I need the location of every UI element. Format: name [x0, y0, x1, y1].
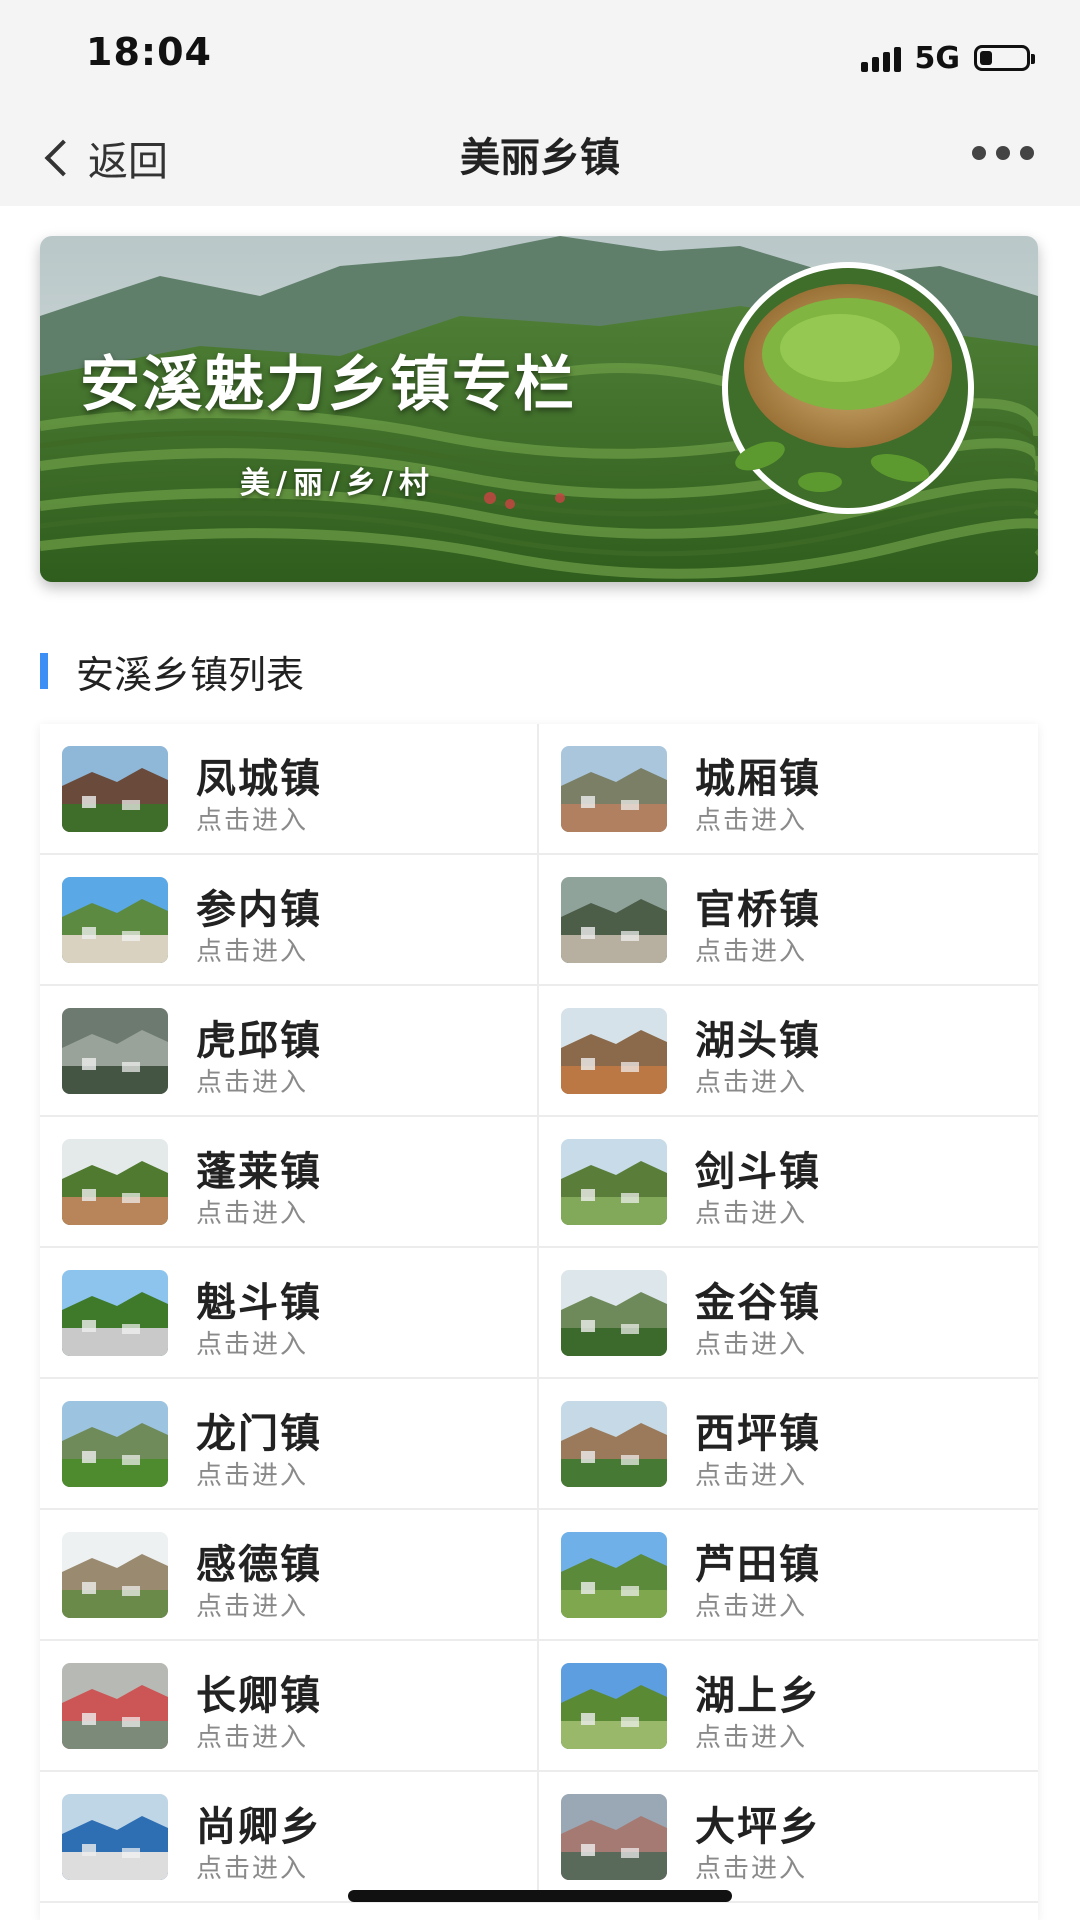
town-name: 尚卿乡	[196, 1804, 322, 1850]
town-enter-hint: 点击进入	[695, 1461, 808, 1491]
town-thumbnail	[561, 1270, 667, 1356]
town-item[interactable]: 金谷镇 点击进入	[539, 1248, 1038, 1379]
town-name: 凤城镇	[196, 756, 322, 802]
town-enter-hint: 点击进入	[196, 1330, 309, 1360]
town-thumbnail	[62, 1270, 168, 1356]
town-thumbnail	[62, 1663, 168, 1749]
town-enter-hint: 点击进入	[196, 806, 309, 836]
town-item[interactable]: 湖上乡 点击进入	[539, 1641, 1038, 1772]
town-item[interactable]: 凤城镇 点击进入	[40, 724, 539, 855]
town-name: 金谷镇	[695, 1280, 821, 1326]
banner-subtitle: 美/丽/乡/村	[240, 466, 435, 501]
town-enter-hint: 点击进入	[695, 1199, 808, 1229]
town-name: 芦田镇	[695, 1542, 821, 1588]
town-name: 湖上乡	[695, 1673, 821, 1719]
town-name: 长卿镇	[196, 1673, 322, 1719]
town-name: 魁斗镇	[196, 1280, 322, 1326]
town-enter-hint: 点击进入	[695, 937, 808, 967]
town-enter-hint: 点击进入	[196, 1068, 309, 1098]
town-thumbnail	[561, 1532, 667, 1618]
town-enter-hint: 点击进入	[196, 937, 309, 967]
town-enter-hint: 点击进入	[695, 1330, 808, 1360]
town-item[interactable]: 蓬莱镇 点击进入	[40, 1117, 539, 1248]
network-label: 5G	[914, 40, 961, 76]
town-enter-hint: 点击进入	[196, 1723, 309, 1753]
signal-icon	[860, 44, 901, 72]
town-enter-hint: 点击进入	[196, 1592, 309, 1622]
town-name: 感德镇	[196, 1542, 322, 1588]
town-item[interactable]: 大坪乡 点击进入	[539, 1772, 1038, 1903]
town-name: 湖头镇	[695, 1018, 821, 1064]
status-bar: 18:04 5G	[0, 0, 1080, 110]
town-name: 虎邱镇	[196, 1018, 322, 1064]
town-enter-hint: 点击进入	[196, 1199, 309, 1229]
town-item[interactable]: 虎邱镇 点击进入	[40, 986, 539, 1117]
town-enter-hint: 点击进入	[695, 1592, 808, 1622]
town-thumbnail	[561, 1663, 667, 1749]
town-item[interactable]: 官桥镇 点击进入	[539, 855, 1038, 986]
home-indicator[interactable]	[348, 1890, 732, 1902]
town-name: 蓬莱镇	[196, 1149, 322, 1195]
town-name: 参内镇	[196, 887, 322, 933]
town-enter-hint: 点击进入	[196, 1461, 309, 1491]
town-thumbnail	[561, 877, 667, 963]
town-thumbnail	[561, 746, 667, 832]
town-list: 凤城镇 点击进入 城厢镇 点击进入 参内镇 点击进入 官桥镇 点击进入 虎邱镇 点击进入 湖头镇 点击…	[40, 724, 1038, 1920]
town-item[interactable]: 剑斗镇 点击进入	[539, 1117, 1038, 1248]
town-thumbnail	[62, 1532, 168, 1618]
town-item[interactable]: 芦田镇 点击进入	[539, 1510, 1038, 1641]
town-item[interactable]: 魁斗镇 点击进入	[40, 1248, 539, 1379]
banner-title: 安溪魅力乡镇专栏	[80, 350, 576, 420]
section-accent-bar	[40, 653, 48, 689]
town-item[interactable]: 湖头镇 点击进入	[539, 986, 1038, 1117]
town-thumbnail	[561, 1401, 667, 1487]
town-thumbnail	[62, 877, 168, 963]
town-enter-hint: 点击进入	[196, 1854, 309, 1884]
nav-bar: 返回 美丽乡镇	[0, 110, 1080, 206]
town-thumbnail	[62, 1794, 168, 1880]
town-thumbnail	[62, 746, 168, 832]
town-enter-hint: 点击进入	[695, 1723, 808, 1753]
town-name: 城厢镇	[695, 756, 821, 802]
town-thumbnail	[62, 1139, 168, 1225]
town-thumbnail	[62, 1401, 168, 1487]
status-indicators: 5G	[860, 38, 1035, 78]
section-header: 安溪乡镇列表	[40, 646, 305, 697]
town-name: 官桥镇	[695, 887, 821, 933]
town-name: 剑斗镇	[695, 1149, 821, 1195]
status-time: 18:04	[86, 30, 212, 74]
battery-icon	[974, 45, 1035, 71]
town-enter-hint: 点击进入	[695, 1854, 808, 1884]
town-name: 大坪乡	[695, 1804, 821, 1850]
town-thumbnail	[561, 1008, 667, 1094]
town-name: 西坪镇	[695, 1411, 821, 1457]
town-item[interactable]: 龙门镇 点击进入	[40, 1379, 539, 1510]
town-thumbnail	[561, 1139, 667, 1225]
town-item[interactable]: 感德镇 点击进入	[40, 1510, 539, 1641]
more-icon[interactable]	[972, 146, 1034, 160]
town-enter-hint: 点击进入	[695, 1068, 808, 1098]
section-title: 安溪乡镇列表	[76, 652, 305, 697]
town-enter-hint: 点击进入	[695, 806, 808, 836]
page-title: 美丽乡镇	[460, 135, 620, 181]
banner[interactable]: 安溪魅力乡镇专栏 美/丽/乡/村	[40, 236, 1038, 582]
town-item[interactable]: 参内镇 点击进入	[40, 855, 539, 986]
town-item[interactable]: 西坪镇 点击进入	[539, 1379, 1038, 1510]
town-thumbnail	[561, 1794, 667, 1880]
town-thumbnail	[62, 1008, 168, 1094]
town-item[interactable]: 长卿镇 点击进入	[40, 1641, 539, 1772]
town-item[interactable]: 尚卿乡 点击进入	[40, 1772, 539, 1903]
town-name: 龙门镇	[196, 1411, 322, 1457]
town-item[interactable]: 城厢镇 点击进入	[539, 724, 1038, 855]
